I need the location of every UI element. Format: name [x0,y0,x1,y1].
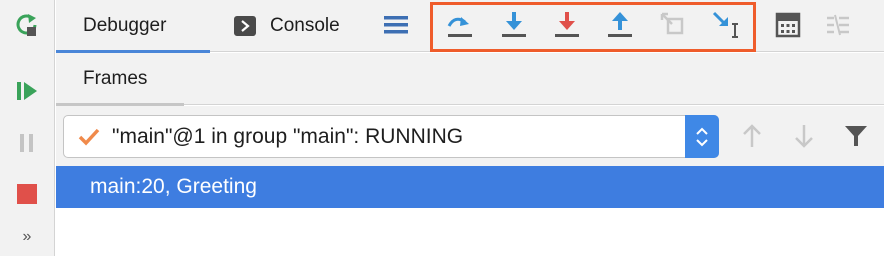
tab-frames-label: Frames [83,68,148,89]
thread-select-value: "main"@1 in group "main": RUNNING [112,124,464,148]
step-over-button[interactable] [442,7,478,43]
arrow-up-icon [743,124,761,147]
rerun-icon [16,14,37,36]
tab-debugger-label: Debugger [83,15,167,36]
arrow-down-icon [795,125,813,148]
more-button[interactable]: » [8,222,46,252]
frames-list: main:20, Greeting [56,166,884,256]
left-toolbar: » [0,0,55,256]
pause-button[interactable] [8,124,46,162]
previous-frame-button[interactable] [734,118,770,154]
tab-console[interactable]: Console [234,0,364,52]
tab-debugger[interactable]: Debugger [56,0,210,53]
frames-header: Frames [56,53,884,106]
debug-tab-bar: Debugger Console [56,0,884,53]
debug-tool-window: » Debugger Console Frames "main"@1 in gr… [0,0,884,256]
filter-button[interactable] [838,118,874,154]
filter-icon [845,126,867,146]
run-to-cursor-icon [712,11,738,38]
pause-icon [20,134,33,152]
thread-selector-row: "main"@1 in group "main": RUNNING [56,106,884,166]
tab-console-label: Console [270,15,340,36]
frame-label: main:20, Greeting [90,175,257,198]
evaluate-expression-button[interactable] [770,7,806,43]
layout-button[interactable] [378,7,414,43]
evaluate-expression-icon [775,12,801,38]
console-icon [234,16,256,36]
select-arrows-icon [685,115,719,158]
drop-frame-icon [660,12,684,35]
step-out-button[interactable] [602,7,638,43]
list-item[interactable]: main:20, Greeting [56,166,884,208]
resume-button[interactable] [8,72,46,110]
trace-icon [827,14,849,36]
resume-icon [17,82,37,100]
hamburger-icon [384,16,408,34]
step-out-icon [608,12,632,37]
step-into-button[interactable] [496,7,532,43]
check-icon [78,128,100,146]
force-step-into-icon [555,12,579,37]
trace-button[interactable] [820,7,856,43]
rerun-button[interactable] [8,6,46,44]
step-over-icon [447,17,472,37]
force-step-into-button[interactable] [549,7,585,43]
drop-frame-button[interactable] [655,7,691,43]
next-frame-button[interactable] [786,118,822,154]
more-icon: » [22,228,32,245]
tab-frames[interactable]: Frames [56,53,184,106]
step-into-icon [502,12,526,37]
stop-button[interactable] [8,175,46,213]
run-to-cursor-button[interactable] [708,7,744,43]
thread-select[interactable]: "main"@1 in group "main": RUNNING [63,115,719,158]
stop-icon [17,184,37,204]
